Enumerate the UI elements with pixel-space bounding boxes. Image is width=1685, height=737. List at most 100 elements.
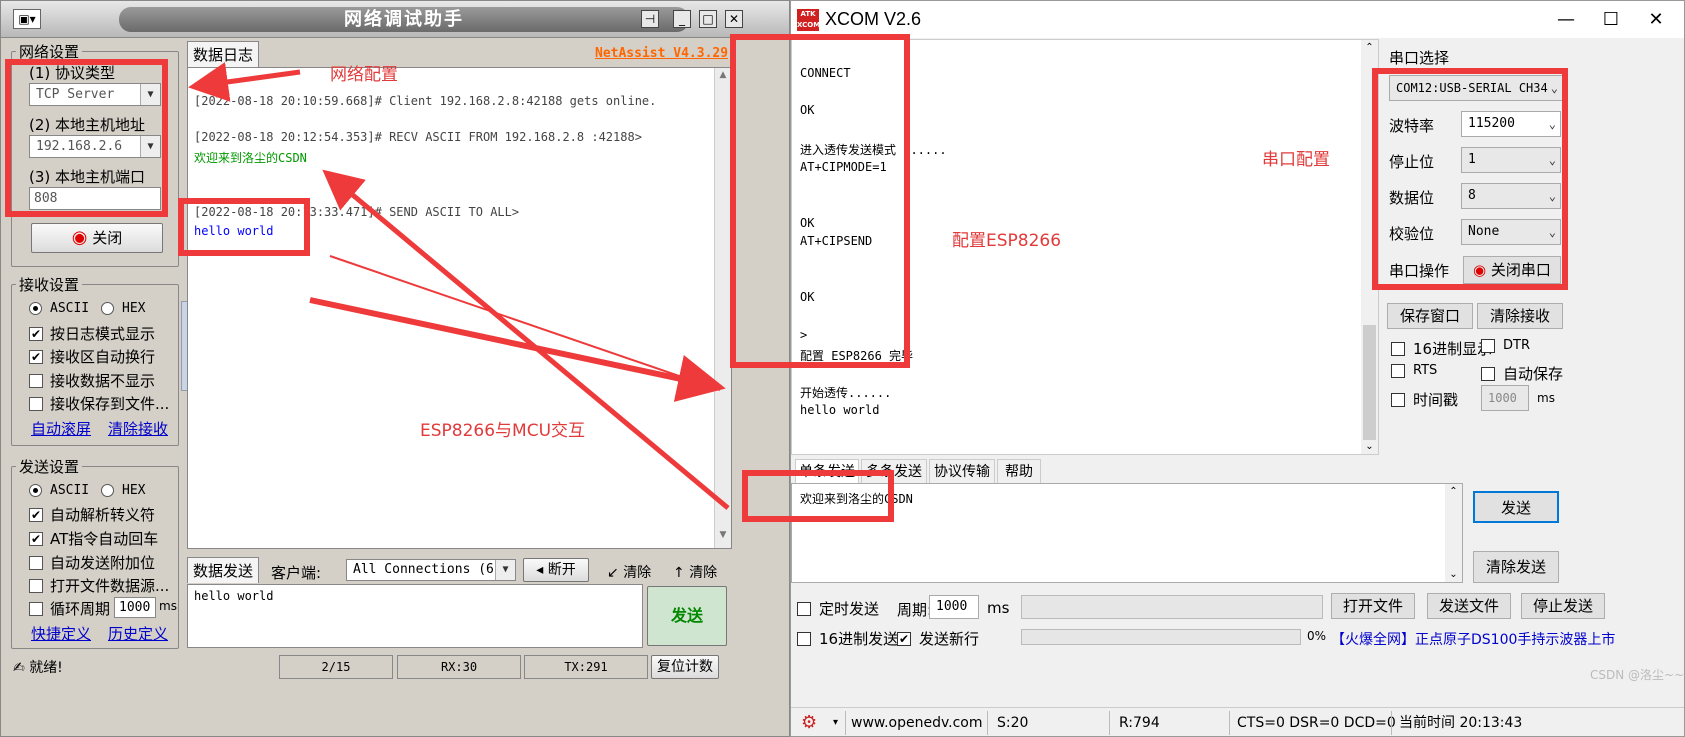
receive-log-pane[interactable]: [2022-08-18 20:10:59.668]# Client 192.16…: [187, 67, 732, 549]
reset-count-button[interactable]: 复位计数: [651, 655, 719, 679]
scroll-down-icon[interactable]: ▼: [715, 530, 731, 546]
ad-link[interactable]: 【火爆全网】正点原子DS100手持示波器上市: [1331, 629, 1615, 649]
clear-send-button[interactable]: 清除发送: [1473, 551, 1559, 583]
status-url[interactable]: www.openedv.com: [851, 709, 983, 736]
tab-multi-send[interactable]: 多条发送: [861, 459, 927, 483]
clear-receive-link[interactable]: 清除接收: [108, 418, 168, 439]
send-option-escape[interactable]: ✔ 自动解析转义符: [29, 504, 155, 525]
send-scrollbar[interactable]: ⌃ ⌄: [1445, 484, 1462, 582]
system-menu-icon[interactable]: ▣▾: [13, 9, 41, 29]
send-text-area[interactable]: 欢迎来到洛尘的CSDN ⌃ ⌄: [791, 483, 1463, 583]
tab-protocol[interactable]: 协议传输: [929, 459, 995, 483]
send-option-append[interactable]: 自动发送附加位: [29, 552, 155, 573]
scroll-down-icon[interactable]: ⌄: [1445, 569, 1462, 580]
data-bits-select[interactable]: 8 ⌄: [1461, 183, 1561, 209]
timestamp-checkbox[interactable]: 时间戳: [1391, 389, 1458, 410]
clear-send-button[interactable]: ↙ 清除: [607, 562, 651, 582]
send-newline-checkbox[interactable]: ✔ 发送新行: [897, 628, 979, 649]
rts-checkbox[interactable]: RTS: [1391, 363, 1437, 378]
settings-gear-icon[interactable]: ⚙: [801, 709, 817, 736]
open-file-button[interactable]: 打开文件: [1331, 593, 1415, 619]
close-window-button[interactable]: ✕: [725, 10, 743, 28]
history-define-link[interactable]: 历史定义: [108, 623, 168, 644]
receive-scrollbar[interactable]: ⌃ ⌄: [1361, 40, 1378, 454]
receive-line: hello world: [800, 402, 880, 417]
send-file-button[interactable]: 发送文件: [1427, 593, 1511, 619]
file-path-field[interactable]: [1021, 595, 1323, 619]
send-button[interactable]: 发送: [1473, 491, 1559, 523]
client-label: 客户端:: [271, 564, 322, 582]
hex-display-checkbox[interactable]: 16进制显示: [1391, 338, 1492, 359]
scroll-thumb[interactable]: [1363, 325, 1376, 440]
scroll-up-icon[interactable]: ⌃: [1445, 486, 1462, 497]
dtr-checkbox[interactable]: DTR: [1481, 338, 1530, 353]
send-option-file-source[interactable]: 打开文件数据源...: [29, 575, 169, 596]
disconnect-label: 断开: [547, 562, 576, 578]
protocol-label: (1) 协议类型: [29, 64, 116, 82]
timed-send-checkbox[interactable]: 定时发送: [797, 598, 879, 619]
cycle-period-input[interactable]: 1000: [114, 597, 156, 618]
send-text-area[interactable]: hello world: [187, 584, 643, 648]
send-button[interactable]: 发送: [647, 586, 727, 646]
host-select[interactable]: 192.168.2.6 ▼: [29, 135, 161, 158]
send-hex-radio[interactable]: HEX: [101, 483, 145, 498]
maximize-button[interactable]: □: [699, 10, 717, 28]
baud-select[interactable]: 115200 ⌄: [1461, 111, 1561, 137]
status-tx: TX:291: [524, 655, 648, 679]
stop-bits-select[interactable]: 1 ⌄: [1461, 147, 1561, 173]
send-ascii-radio[interactable]: ASCII: [29, 483, 89, 498]
port-input[interactable]: 808: [29, 187, 161, 210]
status-sent: S:20: [997, 715, 1029, 731]
receive-area[interactable]: CONNECT OK 进入透传发送模式 ...... AT+CIPMODE=1 OK AT…: [791, 39, 1379, 455]
record-icon: ◉: [1473, 261, 1487, 279]
protocol-select[interactable]: TCP Server ▼: [29, 83, 161, 106]
close-window-button[interactable]: ✕: [1636, 7, 1676, 33]
receive-option-auto-wrap[interactable]: ✔ 接收区自动换行: [29, 346, 155, 367]
maximize-button[interactable]: ☐: [1591, 7, 1631, 33]
version-link[interactable]: NetAssist V4.3.29: [595, 46, 728, 61]
quick-define-link[interactable]: 快捷定义: [31, 623, 91, 644]
receive-option-hide-data[interactable]: 接收数据不显示: [29, 370, 155, 391]
receive-line: 配置 ESP8266 完毕: [800, 348, 914, 363]
minimize-button[interactable]: _: [673, 10, 691, 28]
baud-value: 115200: [1468, 116, 1515, 131]
stop-send-button[interactable]: 停止发送: [1521, 593, 1605, 619]
scroll-down-icon[interactable]: ⌄: [1361, 441, 1378, 452]
receive-option-log-mode[interactable]: ✔ 按日志模式显示: [29, 323, 155, 344]
netassist-window: ▣▾ 网络调试助手 ⊣ _ □ ✕ 网络设置 (1) 协议类型 TCP Serv…: [0, 0, 790, 737]
tab-data-log[interactable]: 数据日志: [187, 41, 259, 67]
annotation-net-config: 网络配置: [330, 65, 398, 85]
status-ready: ✍ 就绪!: [13, 657, 63, 677]
minimize-button[interactable]: —: [1546, 7, 1586, 33]
save-window-button[interactable]: 保存窗口: [1387, 303, 1473, 329]
tab-single-send[interactable]: 单条发送: [795, 459, 859, 483]
parity-select[interactable]: None ⌄: [1461, 219, 1561, 245]
disconnect-button[interactable]: ◂ 断开: [523, 558, 589, 582]
auto-scroll-link[interactable]: 自动滚屏: [31, 418, 91, 439]
port-select[interactable]: COM12:USB-SERIAL CH34 ⌄: [1389, 75, 1563, 101]
tab-data-send[interactable]: 数据发送: [187, 557, 259, 583]
hex-send-checkbox[interactable]: 16进制发送: [797, 628, 898, 649]
log-scrollbar[interactable]: ▲ ▼: [714, 68, 731, 548]
receive-ascii-radio[interactable]: ASCII: [29, 301, 89, 316]
close-port-button[interactable]: ◉ 关闭串口: [1463, 256, 1561, 284]
pin-icon[interactable]: ⊣: [641, 10, 659, 28]
timestamp-input[interactable]: 1000: [1481, 385, 1529, 411]
clear-receive-button[interactable]: 清除接收: [1477, 303, 1563, 329]
gear-menu-chevron-icon[interactable]: ▾: [833, 709, 838, 736]
receive-hex-radio[interactable]: HEX: [101, 301, 145, 316]
checkbox-label: 自动发送附加位: [50, 554, 156, 572]
close-connection-button[interactable]: ◉ 关闭: [31, 223, 163, 253]
period-input[interactable]: 1000: [929, 595, 979, 619]
receive-option-save-file[interactable]: 接收保存到文件...: [29, 393, 169, 414]
scroll-up-icon[interactable]: ▲: [715, 70, 731, 86]
send-option-cycle[interactable]: 循环周期: [29, 598, 110, 619]
client-select[interactable]: All Connections (6) ▼: [346, 559, 516, 581]
data-bits-value: 8: [1468, 188, 1476, 203]
auto-save-checkbox[interactable]: 自动保存: [1481, 363, 1563, 384]
send-option-at-cr[interactable]: ✔ AT指令自动回车: [29, 528, 158, 549]
tab-help[interactable]: 帮助: [997, 459, 1041, 483]
clear-all-button[interactable]: ↑ 清除: [673, 562, 717, 582]
scroll-up-icon[interactable]: ⌃: [1361, 42, 1378, 53]
chevron-down-icon: ▼: [140, 84, 160, 105]
